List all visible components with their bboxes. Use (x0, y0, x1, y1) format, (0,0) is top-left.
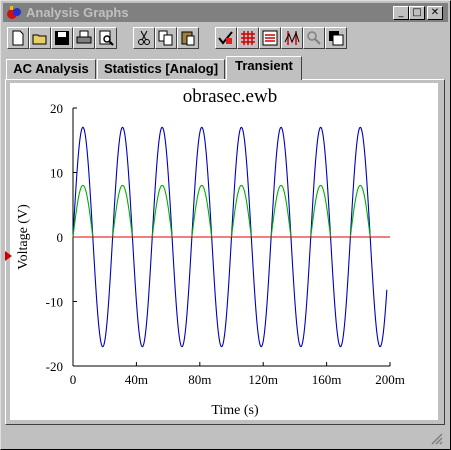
print-preview-icon (99, 30, 114, 46)
tab-statistics-analog[interactable]: Statistics [Analog] (97, 59, 225, 79)
window-title: Analysis Graphs (26, 5, 129, 20)
properties-icon (218, 31, 233, 45)
x-tick-label: 0 (70, 372, 77, 387)
y-tick-label: -20 (46, 359, 63, 374)
new-icon (12, 30, 24, 46)
reverse-colors-button[interactable] (325, 27, 347, 49)
x-tick-label: 80m (188, 372, 211, 387)
paste-icon (181, 31, 195, 46)
print-icon (76, 30, 92, 44)
tab-ac-analysis[interactable]: AC Analysis (6, 59, 96, 79)
cut-icon (138, 30, 150, 45)
transient-graph[interactable]: 0 40m 80m 120m 160m 200m 20 10 0 -10 -20 obrasec.ew… (10, 83, 438, 420)
status-bar (5, 428, 445, 447)
y-tick-label: 0 (57, 230, 64, 245)
print-preview-button[interactable] (95, 27, 117, 49)
cursors-icon (284, 31, 300, 45)
grid-icon (241, 31, 255, 45)
grid-button[interactable] (237, 27, 259, 49)
zoom-icon (307, 31, 321, 45)
x-tick-label: 200m (375, 372, 405, 387)
app-icon (7, 6, 21, 19)
copy-button[interactable] (155, 27, 177, 49)
graph-marker-icon (5, 251, 12, 261)
x-tick-label: 160m (312, 372, 342, 387)
properties-button[interactable] (215, 27, 237, 49)
analysis-graphs-window: Analysis Graphs _ □ ✕ AC Analysis Statis… (0, 0, 451, 450)
save-button[interactable] (51, 27, 73, 49)
open-button[interactable] (29, 27, 51, 49)
y-axis-label: Voltage (V) (16, 204, 31, 270)
copy-icon (158, 30, 173, 46)
legend-icon (262, 30, 278, 46)
zoom-button[interactable] (303, 27, 325, 49)
open-icon (32, 34, 47, 45)
y-tick-label: 10 (50, 166, 63, 181)
legend-button[interactable] (259, 27, 281, 49)
chart-title: obrasec.ewb (183, 86, 277, 107)
x-tick-label: 40m (125, 372, 148, 387)
resize-grip-icon[interactable] (431, 433, 443, 445)
y-tick-label: -10 (46, 295, 63, 310)
maximize-button[interactable]: □ (409, 6, 425, 20)
title-bar[interactable]: Analysis Graphs _ □ ✕ (3, 3, 448, 22)
new-button[interactable] (7, 27, 29, 49)
paste-button[interactable] (177, 27, 199, 49)
minimize-button[interactable]: _ (393, 6, 409, 20)
cursors-button[interactable] (281, 27, 303, 49)
y-tick-label: 20 (50, 101, 63, 116)
reverse-colors-icon (329, 31, 344, 46)
print-button[interactable] (73, 27, 95, 49)
tab-transient[interactable]: Transient (226, 56, 302, 80)
save-icon (55, 31, 69, 45)
x-axis-label: Time (s) (211, 403, 259, 418)
close-button[interactable]: ✕ (427, 6, 443, 20)
chart-svg: 0 40m 80m 120m 160m 200m 20 10 0 -10 -20 obrasec.ew… (16, 86, 405, 418)
x-tick-label: 120m (248, 372, 278, 387)
cut-button[interactable] (133, 27, 155, 49)
